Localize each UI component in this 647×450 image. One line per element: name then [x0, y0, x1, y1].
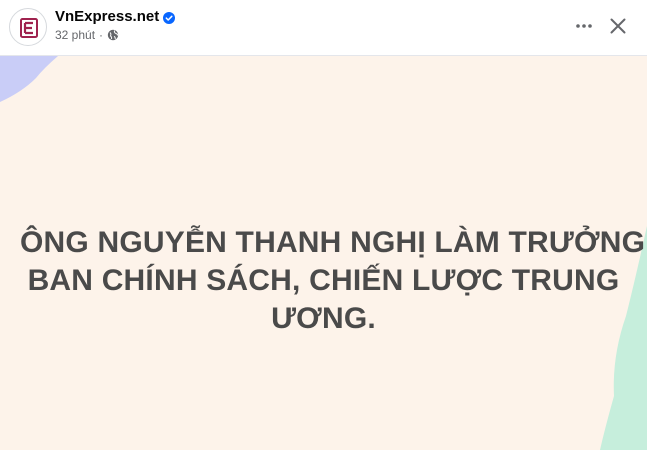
post-text-line: ƯƠNG.: [271, 302, 376, 335]
globe-icon[interactable]: [107, 29, 119, 41]
post-text-card: ÔNG NGUYỄN THANH NGHỊ LÀM TRƯỞNG BAN CHÍ…: [0, 56, 647, 450]
post-text: ÔNG NGUYỄN THANH NGHỊ LÀM TRƯỞNG BAN CHÍ…: [20, 224, 646, 338]
more-horizontal-icon: [576, 24, 592, 28]
meta-separator: ·: [99, 28, 104, 42]
vnexpress-logo-icon: [14, 13, 44, 43]
page-name-link[interactable]: VnExpress.net: [55, 8, 159, 26]
post-text-line: BAN CHÍNH SÁCH, CHIẾN LƯỢC TRUNG: [27, 264, 620, 297]
close-button[interactable]: [602, 10, 634, 42]
post-text-line: ÔNG NGUYỄN THANH NGHỊ LÀM TRƯỞNG: [20, 226, 646, 259]
post-header: VnExpress.net 32 phút ·: [0, 0, 647, 56]
post-timestamp[interactable]: 32 phút: [55, 28, 95, 42]
page-name-row: VnExpress.net: [55, 8, 176, 26]
page-avatar[interactable]: [9, 8, 47, 46]
post-meta: 32 phút ·: [55, 27, 119, 43]
close-icon: [610, 18, 626, 34]
more-options-button[interactable]: [568, 10, 600, 42]
verified-badge-icon: [163, 11, 176, 24]
